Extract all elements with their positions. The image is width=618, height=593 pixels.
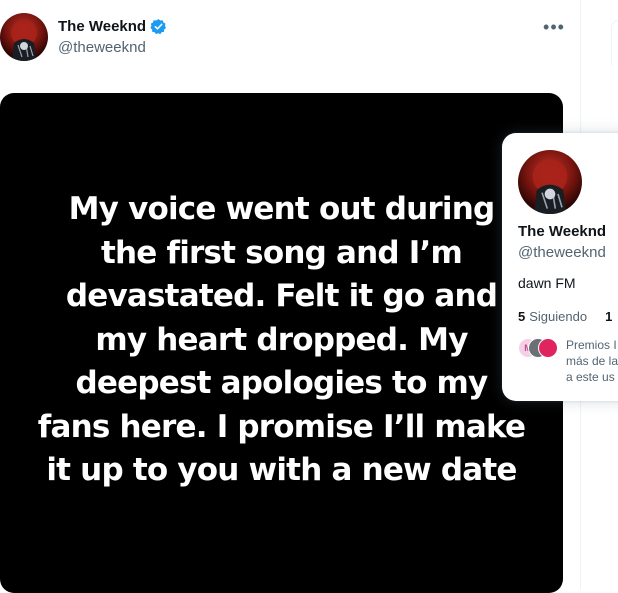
following-count[interactable]: 5 xyxy=(518,309,525,324)
verified-badge-icon xyxy=(150,18,167,35)
display-name[interactable]: The Weeknd xyxy=(58,18,146,35)
tweet-media-image[interactable]: My voice went out during the first song … xyxy=(0,93,563,593)
more-icon[interactable]: ••• xyxy=(543,17,565,37)
followers-count[interactable]: 1 xyxy=(605,309,612,324)
hover-card-stats: 5 Siguiendo 1 xyxy=(518,309,612,324)
follower-avatar xyxy=(538,338,558,358)
name-row: The Weeknd xyxy=(58,18,167,35)
profile-avatar[interactable] xyxy=(0,13,48,61)
media-text: My voice went out during the first song … xyxy=(37,191,526,488)
hover-card-handle[interactable]: @theweeknd xyxy=(518,244,606,261)
sidebar-card-edge xyxy=(611,20,618,66)
hover-card-display-name[interactable]: The Weeknd xyxy=(518,223,606,240)
profile-hover-card: The Weeknd @theweeknd dawn FM 5 Siguiend… xyxy=(502,133,618,401)
handle[interactable]: @theweeknd xyxy=(58,39,146,56)
followed-by-text: Premios I más de la a este us xyxy=(566,338,618,384)
tweet: The Weeknd @theweeknd ••• My voice went … xyxy=(0,0,580,593)
following-label[interactable]: Siguiendo xyxy=(529,309,587,324)
hover-card-bio: dawn FM xyxy=(518,275,576,291)
followed-by-avatars: M xyxy=(518,338,558,358)
hover-card-avatar[interactable] xyxy=(518,150,582,214)
